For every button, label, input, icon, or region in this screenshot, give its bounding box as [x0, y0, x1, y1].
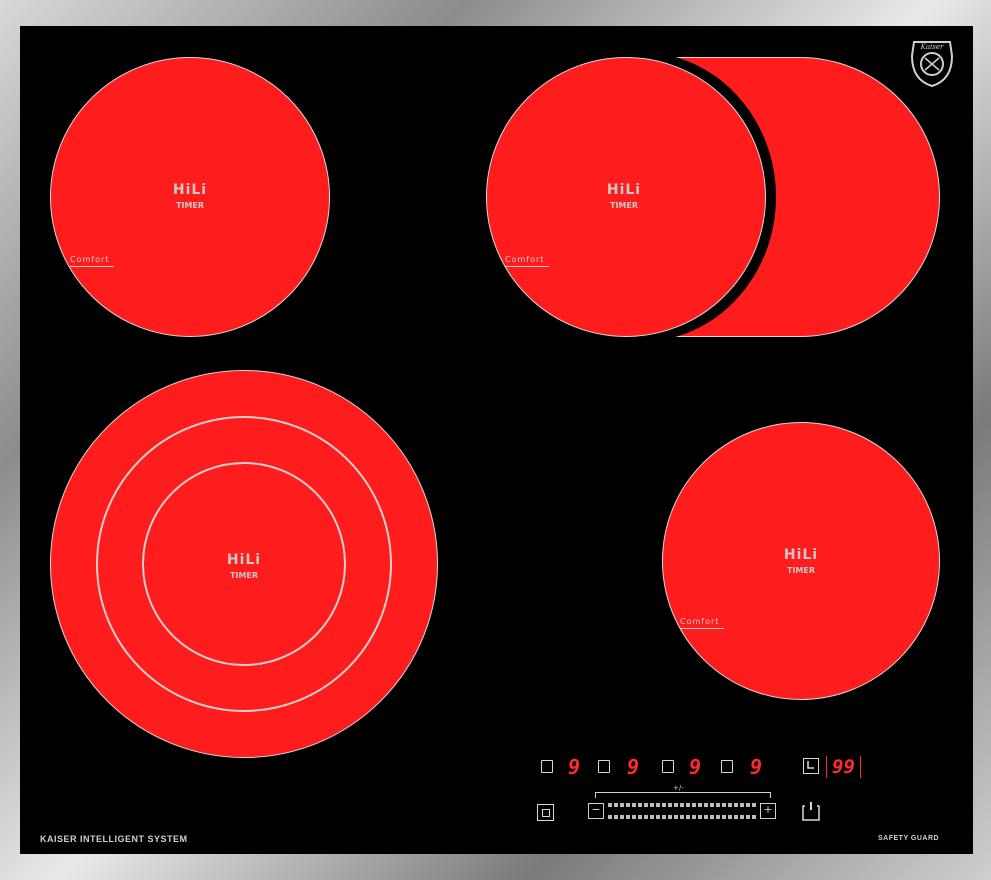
svg-text:Kaiser: Kaiser — [920, 43, 944, 51]
minus-button[interactable]: − — [588, 803, 604, 819]
slider-label: +/- — [673, 784, 684, 792]
zone-timer-label: TIMER — [786, 566, 816, 575]
zone-comfort-label: Comfort — [70, 255, 114, 267]
kaiser-logo-icon: Kaiser — [908, 36, 956, 90]
slider-bracket — [595, 792, 771, 798]
zone-select-button-1[interactable] — [541, 760, 553, 773]
timer-clock-button[interactable] — [803, 758, 819, 774]
zone-timer-label: TIMER — [175, 201, 205, 210]
brand-label-left: KAISER INTELLIGENT SYSTEM — [40, 834, 188, 844]
timer-display: 99 — [832, 756, 855, 778]
zone-timer-label: TIMER — [229, 571, 259, 580]
zone-select-button-2[interactable] — [598, 760, 610, 773]
zone-comfort-label: Comfort — [680, 617, 724, 629]
lock-icon — [542, 809, 550, 817]
zone-select-button-3[interactable] — [662, 760, 674, 773]
zone-hili-label: HiLi — [226, 552, 262, 568]
brand-label-right: SAFETY GUARD — [878, 835, 940, 842]
zone-power-display-4: 9 — [750, 755, 763, 779]
zone-power-display-3: 9 — [689, 755, 702, 779]
power-icon — [802, 802, 820, 821]
power-slider-bottom[interactable] — [608, 815, 756, 819]
zone-hili-label: HiLi — [606, 182, 642, 198]
zone-comfort-label: Comfort — [505, 255, 549, 267]
zone-timer-label: TIMER — [609, 201, 639, 210]
power-button[interactable] — [800, 800, 822, 822]
zone-hili-label: HiLi — [172, 182, 208, 198]
zone-power-display-2: 9 — [627, 755, 640, 779]
clock-icon — [807, 761, 814, 769]
plus-button[interactable]: + — [760, 803, 776, 819]
lock-button[interactable] — [537, 804, 554, 821]
zone-select-button-4[interactable] — [721, 760, 733, 773]
zone-power-display-1: 9 — [568, 755, 581, 779]
zone-hili-label: HiLi — [783, 547, 819, 563]
power-slider-top[interactable] — [608, 803, 756, 807]
